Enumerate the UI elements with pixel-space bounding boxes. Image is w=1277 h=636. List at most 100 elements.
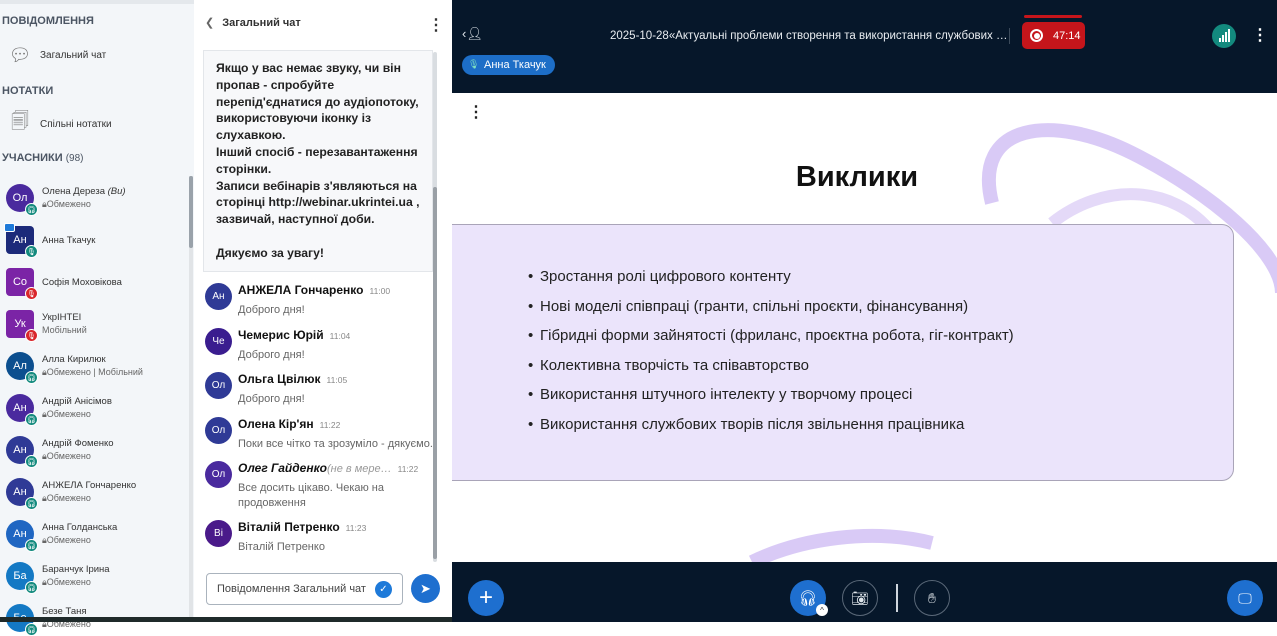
send-icon: ➤ bbox=[420, 580, 431, 596]
connection-status-button[interactable] bbox=[1212, 24, 1236, 48]
raise-hand-button[interactable]: ✋︎ bbox=[914, 580, 950, 616]
user-status-text: Обмежено bbox=[46, 451, 91, 461]
user-list-item[interactable]: Ан 🎙︎ Анна Ткачук bbox=[4, 223, 95, 258]
recording-button[interactable]: 47:14 bbox=[1022, 22, 1085, 49]
presentation-toggle-button[interactable]: 🖵︎ bbox=[1227, 580, 1263, 616]
user-list-item[interactable]: Ан 🎧︎ Андрій Анісімов 🔒︎Обмежено bbox=[6, 391, 112, 426]
user-name: Андрій Фоменко bbox=[42, 437, 114, 450]
avatar: Ан 🎧︎ bbox=[6, 478, 38, 510]
user-list-item[interactable]: Ан 🎧︎ АНЖЕЛА Гончаренко 🔒︎Обмежено bbox=[6, 475, 136, 510]
message-text: Поки все чітко та зрозуміло - дякуємо. bbox=[238, 438, 433, 450]
talking-indicator[interactable]: 🎙︎ Анна Ткачук bbox=[462, 55, 555, 75]
chat-message-input[interactable]: Повідомлення Загальний чат ✓ bbox=[206, 573, 403, 605]
user-status: 🔒︎Обмежено bbox=[42, 198, 126, 211]
user-status-text: Обмежено | Мобільний bbox=[46, 367, 143, 377]
users-header: УЧАСНИКИ (98) bbox=[2, 152, 84, 164]
user-name-text: Анна Ткачук bbox=[42, 234, 96, 246]
presenter-icon bbox=[4, 223, 15, 232]
user-status: 🔒︎Обмежено bbox=[42, 534, 117, 547]
chat-message: Ан АНЖЕЛА Гончаренко 11:00 Доброго дня! bbox=[205, 283, 435, 318]
message-time: 11:23 bbox=[345, 523, 367, 533]
shared-notes-label: Спільні нотатки bbox=[40, 118, 112, 130]
user-status-text: Мобільний bbox=[42, 325, 87, 335]
slide-title: Виклики bbox=[795, 161, 919, 193]
user-status-text: Обмежено bbox=[46, 493, 91, 503]
user-name: Олена Дереза (Ви) bbox=[42, 185, 126, 198]
record-icon bbox=[1030, 29, 1043, 42]
slide-options-icon[interactable]: ⋮ bbox=[468, 105, 484, 121]
recording-indicator-top bbox=[1024, 15, 1082, 18]
chat-message: Ві Віталій Петренко 11:23 Віталій Петренк… bbox=[205, 520, 435, 555]
avatar: Ол 🎧︎ bbox=[6, 184, 38, 216]
bullet-list: Зростання ролі цифрового контентуНові мо… bbox=[528, 268, 1014, 445]
avatar: Ан 🎧︎ bbox=[6, 394, 38, 426]
sidebar-item-shared-notes[interactable]: 🗐︎ Спільні нотатки bbox=[8, 111, 112, 136]
user-name: Алла Кирилюк bbox=[42, 353, 143, 366]
bullet-item: Використання штучного інтелекту у творчо… bbox=[528, 386, 1014, 416]
avatar: Со 🎙︎ bbox=[6, 268, 38, 300]
avatar-initials: Ві bbox=[214, 528, 223, 539]
avatar-initials: Ан bbox=[13, 234, 27, 246]
presentation-slide: ⋮ Виклики Зростання ролі цифрового конте… bbox=[452, 93, 1277, 562]
muted-icon: 🎙︎ bbox=[25, 287, 38, 300]
audio-options-chevron-icon[interactable]: ^ bbox=[816, 604, 828, 616]
avatar-initials: Ук bbox=[14, 318, 26, 330]
options-menu-icon[interactable]: ⋮ bbox=[1252, 28, 1268, 44]
toggle-userlist-icon[interactable]: ‹👤︎ bbox=[462, 26, 483, 42]
chat-bubbles-icon: 💬︎ bbox=[8, 44, 32, 65]
top-bar: ‹👤︎ 2025-10-28«Актуальні проблеми створе… bbox=[452, 0, 1277, 93]
user-name: Анна Ткачук bbox=[42, 234, 95, 247]
talking-user-name: Анна Ткачук bbox=[484, 59, 546, 71]
headset-icon: 🎧︎ bbox=[25, 581, 38, 594]
scrollbar-thumb[interactable] bbox=[189, 176, 193, 248]
mic-icon: 🎙︎ bbox=[468, 59, 480, 69]
user-name-text: Безе Таня bbox=[42, 606, 87, 617]
plus-icon: + bbox=[478, 584, 493, 611]
user-list-item[interactable]: Ол 🎧︎ Олена Дереза (Ви) 🔒︎Обмежено bbox=[6, 181, 126, 216]
headset-icon: 🎧︎ bbox=[25, 413, 38, 426]
user-status-text: Обмежено bbox=[46, 535, 91, 545]
message-text: Доброго дня! bbox=[238, 349, 305, 361]
avatar-initials: Ол bbox=[12, 192, 28, 204]
headset-icon: 🎧︎ bbox=[25, 203, 38, 216]
avatar-initials: Ол bbox=[211, 380, 226, 391]
actions-plus-button[interactable]: + bbox=[468, 580, 504, 616]
recording-time: 47:14 bbox=[1053, 29, 1081, 42]
message-sender: Олег Гайденко(не в мере… 11:22 bbox=[238, 461, 435, 475]
user-list-item[interactable]: Ба 🎧︎ Баранчук Ірина 🔒︎Обмежено bbox=[6, 559, 110, 594]
avatar: Ан 🎧︎ bbox=[6, 520, 38, 552]
camera-button[interactable]: 📷︎ bbox=[842, 580, 878, 616]
chat-options-icon[interactable]: ⋮ bbox=[428, 18, 444, 34]
avatar-initials: Со bbox=[12, 276, 28, 288]
back-chevron-icon[interactable]: ❮ bbox=[205, 17, 214, 29]
sidebar: ПОВІДОМЛЕННЯ 💬︎ Загальний чат НОТАТКИ 🗐︎… bbox=[0, 0, 194, 636]
bullet-item: Зростання ролі цифрового контенту bbox=[528, 268, 1014, 298]
user-list-item[interactable]: Ан 🎧︎ Андрій Фоменко 🔒︎Обмежено bbox=[6, 433, 114, 468]
avatar-initials: Ол bbox=[211, 469, 226, 480]
message-time: 11:04 bbox=[329, 331, 351, 341]
headset-icon: 🎧︎ bbox=[25, 455, 38, 468]
user-name-text: АНЖЕЛА Гончаренко bbox=[42, 480, 137, 491]
send-button[interactable]: ➤ bbox=[411, 574, 440, 603]
message-sender: Олена Кір'ян 11:22 bbox=[238, 417, 433, 431]
camera-off-icon: 📷︎ bbox=[851, 589, 869, 606]
check-icon: ✓ bbox=[375, 580, 392, 598]
avatar: Ві bbox=[205, 520, 232, 547]
user-list-item[interactable]: Ан 🎧︎ Анна Голданська 🔒︎Обмежено bbox=[6, 517, 117, 552]
notes-icon: 🗐︎ bbox=[11, 111, 29, 131]
user-list-item[interactable]: Ал 🎧︎ Алла Кирилюк 🔒︎Обмежено | Мобільний bbox=[6, 349, 143, 384]
avatar: Ан 🎧︎ bbox=[6, 436, 38, 468]
sender-name: Ольга Цвілюк bbox=[238, 372, 321, 386]
sender-name: Чемерис Юрій bbox=[238, 328, 324, 342]
message-sender: Ольга Цвілюк 11:05 bbox=[238, 372, 347, 386]
user-list-item[interactable]: Со 🎙︎ Софія Моховікова bbox=[6, 265, 122, 300]
sender-name: АНЖЕЛА Гончаренко bbox=[238, 283, 364, 297]
user-name: УкрІНТЕІ bbox=[42, 311, 87, 324]
chat-header: ❮ Загальний чат bbox=[205, 16, 301, 29]
sidebar-item-public-chat[interactable]: 💬︎ Загальний чат bbox=[8, 43, 107, 67]
avatar: Ол bbox=[205, 417, 232, 444]
user-list-item[interactable]: Ук 🎙︎ УкрІНТЕІ Мобільний bbox=[6, 307, 87, 342]
message-text: Доброго дня! bbox=[238, 304, 305, 316]
users-header-label: УЧАСНИКИ bbox=[2, 152, 63, 164]
user-name: АНЖЕЛА Гончаренко bbox=[42, 479, 136, 492]
